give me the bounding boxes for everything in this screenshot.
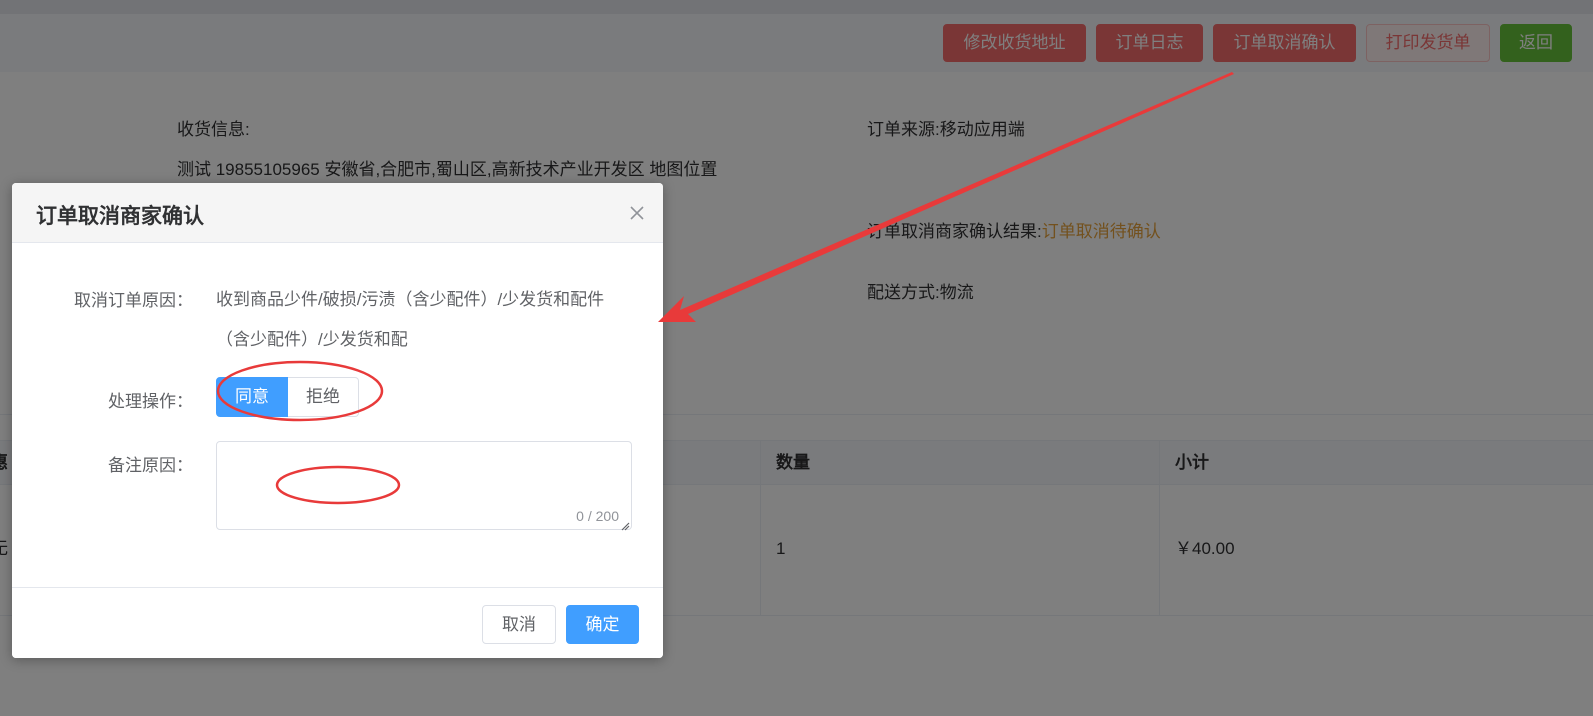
- close-icon[interactable]: [628, 204, 646, 222]
- remark-label: 备注原因：: [108, 456, 193, 475]
- order-cancel-confirm-dialog: 订单取消商家确认 取消订单原因： 收到商品少件/破损/污渍（含少配件）/少发货和…: [12, 183, 663, 658]
- dialog-title: 订单取消商家确认: [36, 205, 204, 228]
- resize-handle-icon[interactable]: [620, 518, 630, 531]
- remark-char-counter: 0 / 200: [576, 508, 619, 524]
- dialog-footer: 取消 确定: [12, 587, 663, 658]
- cancel-reason-label: 取消订单原因：: [74, 291, 193, 310]
- reject-radio-button[interactable]: 拒绝: [288, 377, 359, 417]
- confirm-button[interactable]: 确定: [566, 605, 639, 644]
- cancel-button[interactable]: 取消: [482, 605, 556, 644]
- agree-radio-button[interactable]: 同意: [216, 377, 288, 417]
- dialog-header: 订单取消商家确认: [12, 183, 663, 243]
- cancel-reason-value: 收到商品少件/破损/污渍（含少配件）/少发货和配件（含少配件）/少发货和配: [216, 290, 605, 349]
- action-label: 处理操作：: [108, 392, 193, 411]
- remark-textarea[interactable]: [217, 442, 631, 529]
- remark-field: 0 / 200: [216, 441, 632, 531]
- action-radio-group: 同意 拒绝: [216, 377, 359, 417]
